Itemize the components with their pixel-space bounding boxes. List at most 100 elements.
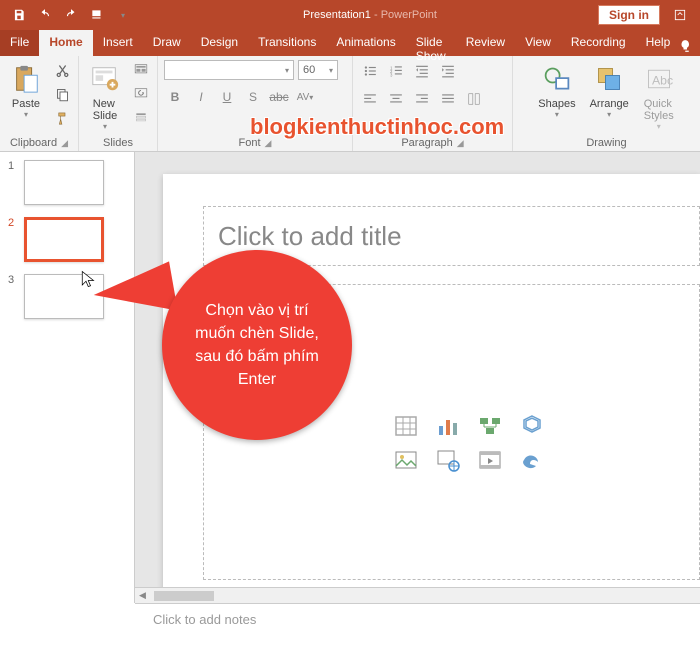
tab-slideshow[interactable]: Slide Show: [406, 30, 456, 56]
layout-button[interactable]: [131, 60, 151, 80]
quick-styles-label: Quick Styles: [644, 98, 674, 122]
group-slides: New Slide▾ Slides: [79, 56, 158, 151]
undo-button[interactable]: [34, 4, 56, 26]
insert-table-icon[interactable]: [392, 412, 420, 440]
align-left-button[interactable]: [359, 88, 381, 110]
font-size-combo[interactable]: 60▾: [298, 60, 338, 80]
svg-text:3: 3: [390, 72, 393, 77]
tell-me-icon[interactable]: [680, 39, 694, 56]
new-slide-label: New Slide: [93, 98, 117, 122]
insert-chart-icon[interactable]: [434, 412, 462, 440]
tab-insert[interactable]: Insert: [93, 30, 143, 56]
tab-design[interactable]: Design: [191, 30, 248, 56]
insert-picture-icon[interactable]: [392, 446, 420, 474]
ribbon-display-options[interactable]: [668, 3, 692, 27]
content-placeholder[interactable]: [203, 284, 700, 580]
signin-button[interactable]: Sign in: [598, 5, 660, 25]
bold-button[interactable]: B: [164, 86, 186, 108]
align-right-button[interactable]: [411, 88, 433, 110]
font-name-combo[interactable]: ▾: [164, 60, 294, 80]
tab-review[interactable]: Review: [456, 30, 515, 56]
title-placeholder-text: Click to add title: [218, 221, 402, 252]
main-area: 1 2 3 Click to add title: [0, 152, 700, 603]
horizontal-scrollbar[interactable]: ◀: [135, 587, 700, 603]
tab-animations[interactable]: Animations: [326, 30, 405, 56]
tab-view[interactable]: View: [515, 30, 561, 56]
scrollbar-thumb[interactable]: [154, 591, 214, 601]
customize-qat-dropdown[interactable]: ▾: [112, 4, 134, 26]
insert-smartart-icon[interactable]: [476, 412, 504, 440]
ribbon-tabs: File Home Insert Draw Design Transitions…: [0, 30, 700, 56]
quick-styles-button[interactable]: Abc Quick Styles▾: [639, 60, 679, 133]
quick-styles-icon: Abc: [643, 62, 675, 96]
columns-button[interactable]: [463, 88, 485, 110]
document-name: Presentation1: [303, 9, 371, 21]
paste-label: Paste: [12, 98, 40, 110]
svg-text:Abc: Abc: [652, 73, 673, 87]
save-button[interactable]: [8, 4, 30, 26]
clipboard-label: Clipboard: [10, 137, 57, 149]
slide-canvas[interactable]: Click to add title: [163, 174, 700, 603]
insert-icon-icon[interactable]: [518, 446, 546, 474]
start-from-beginning-button[interactable]: [86, 4, 108, 26]
new-slide-icon: [89, 62, 121, 96]
align-center-button[interactable]: [385, 88, 407, 110]
reset-button[interactable]: [131, 84, 151, 104]
shapes-label: Shapes: [538, 98, 575, 110]
copy-button[interactable]: [52, 84, 72, 104]
section-button[interactable]: [131, 108, 151, 128]
quick-access-toolbar: ▾: [0, 4, 142, 26]
new-slide-button[interactable]: New Slide▾: [85, 60, 125, 133]
drawing-label: Drawing: [586, 137, 626, 149]
clipboard-dialog-launcher[interactable]: ◢: [61, 138, 68, 149]
title-placeholder[interactable]: Click to add title: [203, 206, 700, 266]
group-clipboard: Paste▾ Clipboard ◢: [0, 56, 79, 151]
window-title: Presentation1 - PowerPoint: [142, 9, 598, 21]
strikethrough-button[interactable]: abc: [268, 86, 290, 108]
char-spacing-button[interactable]: AV▾: [294, 86, 316, 108]
increase-indent-button[interactable]: [437, 60, 459, 82]
shapes-button[interactable]: Shapes▾: [534, 60, 579, 121]
shadow-button[interactable]: S: [242, 86, 264, 108]
title-right: Sign in: [598, 3, 700, 27]
tab-help[interactable]: Help: [636, 30, 681, 56]
notes-pane[interactable]: Click to add notes: [135, 603, 700, 637]
format-painter-button[interactable]: [52, 108, 72, 128]
tab-recording[interactable]: Recording: [561, 30, 636, 56]
app-name: - PowerPoint: [371, 9, 437, 21]
thumb-preview: [24, 217, 104, 262]
thumb-number: 1: [8, 160, 18, 172]
thumb-preview: [24, 160, 104, 205]
insert-video-icon[interactable]: [476, 446, 504, 474]
thumbnail-1[interactable]: 1: [8, 160, 126, 205]
tab-draw[interactable]: Draw: [143, 30, 191, 56]
paste-button[interactable]: Paste▾: [6, 60, 46, 121]
tab-file[interactable]: File: [0, 30, 39, 56]
title-bar: ▾ Presentation1 - PowerPoint Sign in: [0, 0, 700, 30]
font-size-value: 60: [303, 64, 315, 76]
watermark-text: blogkienthuctinhoc.com: [250, 114, 504, 140]
redo-button[interactable]: [60, 4, 82, 26]
insert-3d-icon[interactable]: [518, 412, 546, 440]
group-drawing: Shapes▾ Arrange▾ Abc Quick Styles▾ Drawi…: [513, 56, 700, 151]
numbering-button[interactable]: 123: [385, 60, 407, 82]
slide-editor: Click to add title ◀: [135, 152, 700, 603]
arrange-label: Arrange: [590, 98, 629, 110]
italic-button[interactable]: I: [190, 86, 212, 108]
thumbnail-2[interactable]: 2: [8, 217, 126, 262]
arrange-button[interactable]: Arrange▾: [586, 60, 633, 121]
slides-label: Slides: [103, 137, 133, 149]
thumb-number: 2: [8, 217, 18, 229]
thumbnail-3[interactable]: 3: [8, 274, 126, 319]
paste-icon: [10, 62, 42, 96]
decrease-indent-button[interactable]: [411, 60, 433, 82]
cursor-icon: [80, 270, 98, 293]
shapes-icon: [541, 62, 573, 96]
justify-button[interactable]: [437, 88, 459, 110]
tab-home[interactable]: Home: [39, 30, 92, 56]
underline-button[interactable]: U: [216, 86, 238, 108]
bullets-button[interactable]: [359, 60, 381, 82]
insert-online-picture-icon[interactable]: [434, 446, 462, 474]
cut-button[interactable]: [52, 60, 72, 80]
tab-transitions[interactable]: Transitions: [248, 30, 326, 56]
